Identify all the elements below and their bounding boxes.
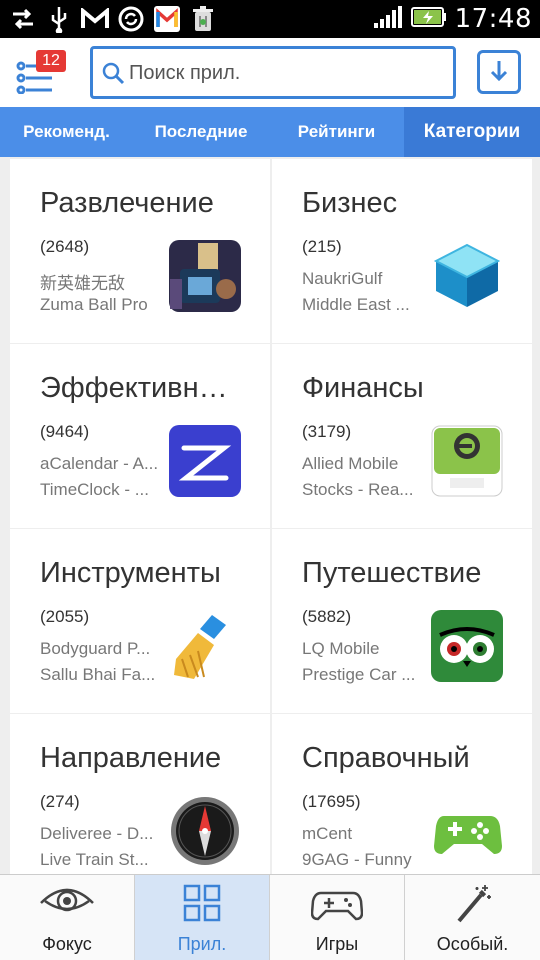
category-card-reference[interactable]: Справочный (17695) mCent 9GAG - Funny [272, 714, 532, 898]
category-app-1: NaukriGulf [302, 269, 383, 288]
menu-button[interactable]: 12 [16, 48, 66, 98]
z-app-icon [168, 424, 242, 498]
category-card-business[interactable]: Бизнес (215) NaukriGulf Middle East ... [272, 159, 532, 343]
category-card-navigation[interactable]: Направление (274) Deliveree - D... Live … [10, 714, 270, 898]
category-title: Бизнес [302, 187, 398, 219]
category-count: (2648) [40, 237, 90, 256]
magic-wand-icon [405, 883, 540, 925]
category-title: Путешествие [302, 557, 482, 589]
nav-label: Особый. [436, 934, 509, 954]
category-app-1: Bodyguard P... [40, 639, 151, 658]
download-icon [490, 61, 508, 82]
category-app-1: Deliveree - D... [40, 824, 154, 843]
category-app-2: Middle East ... [302, 295, 410, 314]
category-app-2: Prestige Car ... [302, 665, 416, 684]
category-title: Эффективн… [40, 372, 228, 404]
category-title: Справочный [302, 742, 470, 774]
signal-icon [373, 5, 403, 34]
category-app-1: mCent [302, 824, 353, 843]
category-count: (274) [40, 792, 80, 811]
nav-label: Фокус [42, 934, 92, 954]
search-input[interactable] [129, 55, 447, 91]
notification-badge: 12 [36, 50, 66, 72]
nav-apps[interactable]: Прил. [135, 875, 270, 960]
blue-cube-icon [430, 239, 504, 313]
category-count: (2055) [40, 607, 90, 626]
eye-icon [0, 883, 134, 923]
bottom-navigation: Фокус Прил. Игры Особый. [0, 874, 540, 960]
e-service-icon [430, 424, 504, 498]
nav-special[interactable]: Особый. [405, 875, 540, 960]
category-app-2: Sallu Bhai Fa... [40, 665, 156, 684]
battery-icon [410, 6, 447, 33]
gmail-color-icon [152, 4, 182, 34]
category-app-2: Zuma Ball Pro [40, 295, 148, 314]
apps-grid-icon [135, 883, 269, 923]
category-app-1: 新英雄无敌 [40, 274, 125, 293]
category-card-finance[interactable]: Финансы (3179) Allied Mobile Stocks - Re… [272, 344, 532, 528]
sync-icon [116, 4, 146, 34]
owl-icon [430, 609, 504, 683]
tab-categories[interactable]: Категории [404, 107, 540, 157]
search-icon [101, 61, 125, 90]
category-app-1: Allied Mobile [302, 454, 399, 473]
category-app-1: LQ Mobile [302, 639, 380, 658]
clock-time: 17:48 [454, 4, 532, 34]
nav-label: Прил. [177, 934, 227, 954]
trash-icon [188, 4, 218, 34]
category-app-2: Live Train St... [40, 850, 149, 869]
category-count: (17695) [302, 792, 361, 811]
concert-photo-icon [168, 239, 242, 313]
category-app-1: aCalendar - A... [40, 454, 159, 473]
tab-ratings[interactable]: Рейтинги [269, 107, 404, 157]
nav-focus[interactable]: Фокус [0, 875, 135, 960]
category-card-travel[interactable]: Путешествие (5882) LQ Mobile Prestige Ca… [272, 529, 532, 713]
category-title: Развлечение [40, 187, 214, 219]
tab-latest[interactable]: Последние [133, 107, 269, 157]
category-card-tools[interactable]: Инструменты (2055) Bodyguard P... Sallu … [10, 529, 270, 713]
category-title: Финансы [302, 372, 424, 404]
category-count: (215) [302, 237, 342, 256]
nav-label: Игры [315, 934, 359, 954]
status-bar: 17:48 [0, 0, 540, 38]
category-count: (5882) [302, 607, 352, 626]
category-title: Инструменты [40, 557, 221, 589]
category-title: Направление [40, 742, 222, 774]
broom-icon [168, 609, 242, 683]
compass-icon [168, 794, 242, 868]
category-app-2: TimeClock - ... [40, 480, 149, 499]
category-count: (9464) [40, 422, 90, 441]
nav-games[interactable]: Игры [270, 875, 405, 960]
gamepad-icon [430, 794, 504, 868]
download-button[interactable] [477, 50, 521, 94]
gamepad-outline-icon [270, 883, 404, 923]
app-header: 12 [0, 38, 540, 107]
usb-icon [44, 4, 74, 34]
usb-transfer-icon [8, 4, 38, 34]
category-card-productivity[interactable]: Эффективн… (9464) aCalendar - A... TimeC… [10, 344, 270, 528]
tab-recommended[interactable]: Рекоменд. [0, 107, 133, 157]
category-count: (3179) [302, 422, 352, 441]
tab-bar: Рекоменд. Последние Рейтинги Категории [0, 107, 540, 157]
search-box[interactable] [90, 46, 456, 99]
category-card-entertainment[interactable]: Развлечение (2648) 新英雄无敌 Zuma Ball Pro [10, 159, 270, 343]
category-app-2: Stocks - Rea... [302, 480, 414, 499]
category-app-2: 9GAG - Funny [302, 850, 412, 869]
gmail-icon [80, 4, 110, 34]
